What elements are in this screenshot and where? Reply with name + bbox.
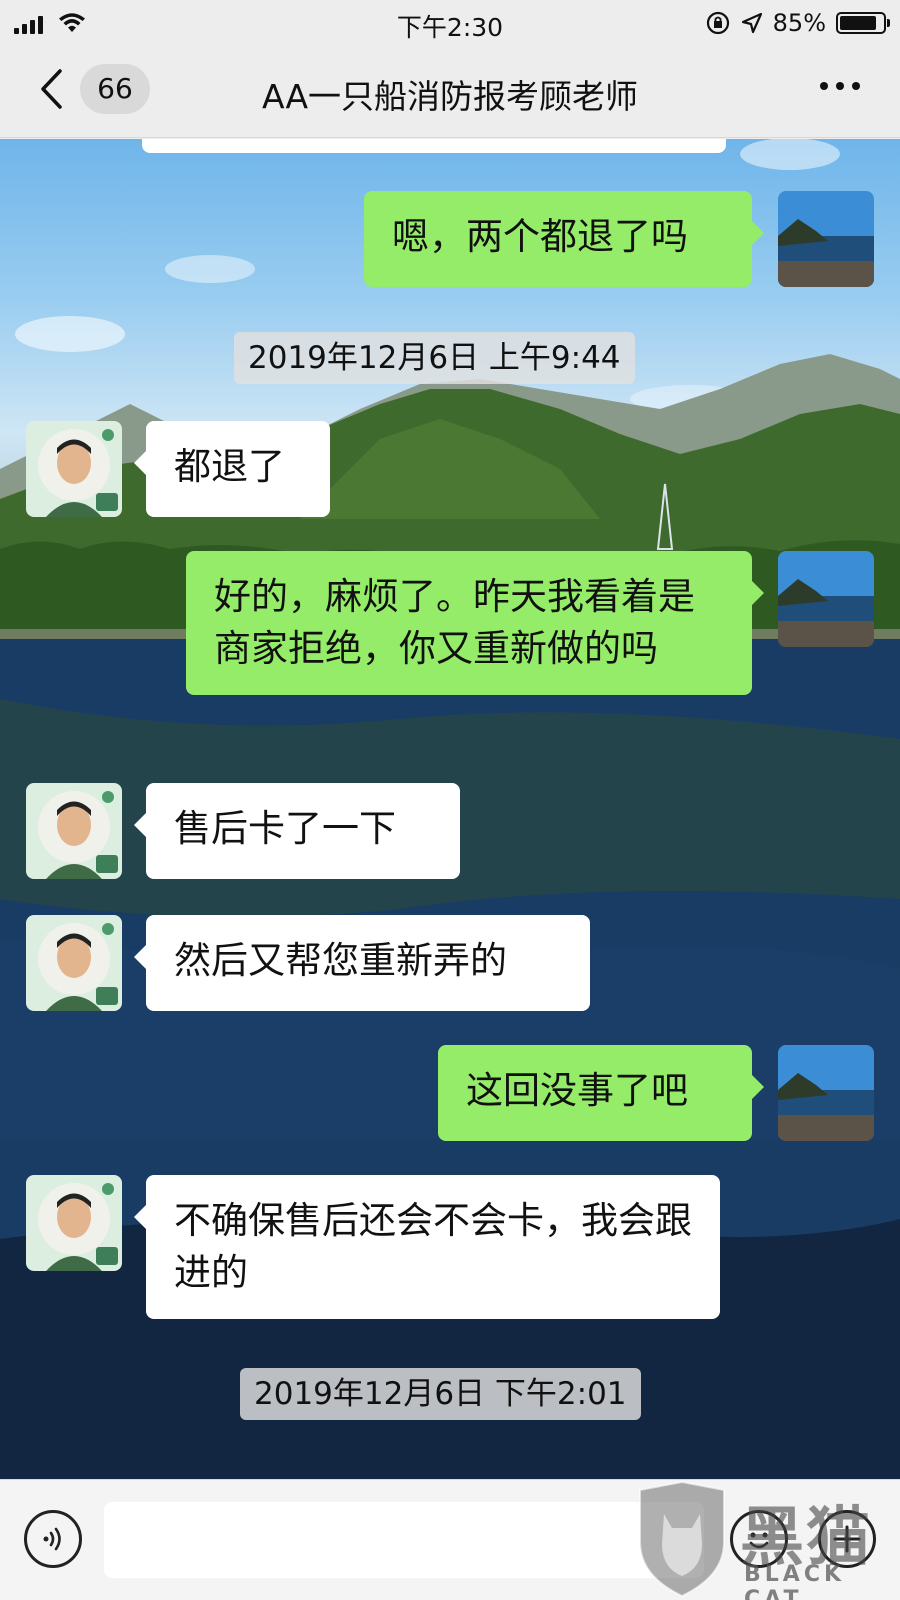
message-row-in: 都退了	[26, 421, 330, 517]
contact-avatar-image	[26, 915, 122, 1011]
message-row-in: 售后卡了一下	[26, 783, 460, 879]
contact-avatar[interactable]	[26, 783, 122, 879]
message-timestamp: 2019年12月6日 上午9:44	[234, 332, 635, 384]
message-bubble-in[interactable]: 不确保售后还会不会卡，我会跟进的	[134, 1175, 720, 1319]
my-avatar[interactable]	[778, 551, 874, 647]
message-row-in: 不确保售后还会不会卡，我会跟进的	[26, 1175, 720, 1319]
battery-icon	[836, 12, 890, 34]
message-input[interactable]	[104, 1502, 704, 1578]
plus-icon	[833, 1525, 861, 1553]
emoji-button[interactable]	[730, 1510, 788, 1568]
my-avatar-image	[778, 1045, 874, 1141]
status-right: 85%	[705, 9, 890, 37]
input-bar	[0, 1479, 900, 1600]
voice-icon	[43, 1527, 61, 1551]
contact-avatar-image	[26, 421, 122, 517]
contact-avatar[interactable]	[26, 421, 122, 517]
message-row-out: 嗯，两个都退了吗	[364, 191, 874, 287]
message-bubble-in[interactable]: 然后又帮您重新弄的	[134, 915, 590, 1011]
battery-percent: 85%	[772, 9, 826, 37]
chat-area[interactable]: 嗯，两个都退了吗 2019年12月6日 上午9:44 都退了 好的，麻烦了。昨天…	[0, 139, 900, 1479]
chevron-left-icon	[41, 69, 62, 109]
message-bubble-out[interactable]: 好的，麻烦了。昨天我看着是商家拒绝，你又重新做的吗	[186, 551, 764, 695]
contact-avatar-image	[26, 1175, 122, 1271]
voice-button[interactable]	[24, 1510, 82, 1568]
contact-avatar[interactable]	[26, 1175, 122, 1271]
back-button[interactable]	[38, 66, 68, 112]
my-avatar-image	[778, 551, 874, 647]
message-bubble-in[interactable]: 售后卡了一下	[134, 783, 460, 879]
emoji-icon	[749, 1532, 769, 1549]
contact-avatar-image	[26, 783, 122, 879]
message-bubble-out[interactable]: 嗯，两个都退了吗	[364, 191, 764, 287]
more-options-button[interactable]	[820, 82, 860, 90]
chat-title: AA一只船消防报考顾老师	[261, 77, 639, 116]
clipped-message-bubble[interactable]	[142, 139, 726, 153]
location-icon	[741, 12, 762, 34]
message-bubble-out[interactable]: 这回没事了吧	[438, 1045, 764, 1141]
more-functions-button[interactable]	[818, 1510, 876, 1568]
my-avatar[interactable]	[778, 191, 874, 287]
unread-count-badge[interactable]: 66	[80, 64, 150, 114]
message-row-out: 好的，麻烦了。昨天我看着是商家拒绝，你又重新做的吗	[186, 551, 874, 695]
my-avatar[interactable]	[778, 1045, 874, 1141]
message-bubble-in[interactable]: 都退了	[134, 421, 330, 517]
message-row-out: 这回没事了吧	[438, 1045, 874, 1141]
contact-avatar[interactable]	[26, 915, 122, 1011]
message-row-in: 然后又帮您重新弄的	[26, 915, 590, 1011]
status-bar: 下午2:30 85%	[0, 0, 900, 44]
orientation-lock-icon	[706, 11, 729, 35]
nav-bar: 66 AA一只船消防报考顾老师	[0, 44, 900, 138]
my-avatar-image	[778, 191, 874, 287]
message-timestamp: 2019年12月6日 下午2:01	[240, 1368, 641, 1420]
